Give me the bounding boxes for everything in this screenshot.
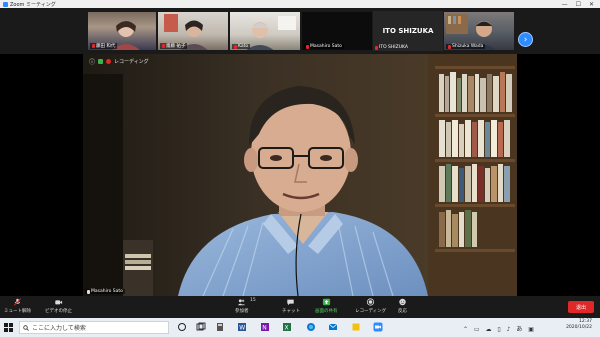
recording-icon (106, 59, 112, 64)
meeting-toolbar: ミュート解除 ビデオの停止 参加者 15 チャット 画面の共有 レコーディング … (0, 296, 600, 318)
participant-name: Kato (232, 44, 251, 49)
stop-video-button[interactable]: ビデオの停止 (45, 298, 72, 314)
participant-name: Shizuka Wada (446, 44, 486, 49)
record-icon (366, 298, 375, 306)
window-titlebar: Zoom ミーティング — ☐ ✕ (0, 0, 600, 8)
gallery-strip: 藤田 和代 齋藤 祐子 Kato Masahiro Sato ITO SHIZU… (0, 8, 600, 54)
zoom-taskbar-icon[interactable] (373, 322, 383, 332)
meeting-info-bar: ⓘ レコーディング (89, 57, 149, 66)
participant-tile[interactable]: 齋藤 祐子 (157, 11, 229, 51)
taskbar-search-input[interactable]: ここに入力して検索 (19, 321, 169, 334)
recording-status: レコーディング (114, 59, 149, 65)
participant-display-name: ITO SHIZUKA (382, 27, 434, 35)
mail-icon[interactable] (328, 322, 338, 332)
active-speaker-video[interactable]: ⓘ レコーディング Masahiro Sato (83, 54, 517, 296)
participants-button[interactable]: 参加者 (235, 298, 249, 314)
participant-name: 藤田 和代 (90, 43, 118, 49)
start-button[interactable] (0, 318, 17, 337)
mic-muted-icon (234, 44, 237, 49)
cortana-icon[interactable] (177, 322, 187, 332)
windows-logo-icon (4, 323, 13, 332)
minimize-button[interactable]: — (562, 1, 568, 8)
mic-muted-icon (448, 44, 451, 49)
participant-tile[interactable]: 藤田 和代 (87, 11, 157, 51)
maximize-button[interactable]: ☐ (576, 1, 581, 8)
participants-icon (238, 299, 246, 306)
search-icon (23, 324, 29, 331)
zoom-app-icon (3, 1, 8, 7)
reactions-button[interactable]: 反応 (398, 298, 407, 314)
participant-count: 15 (250, 298, 256, 303)
mic-muted-icon (13, 298, 22, 306)
participant-name: ITO SHIZUKA (375, 45, 408, 50)
video-camera-icon (55, 300, 63, 305)
speaker-video-frame (83, 54, 517, 296)
smiley-icon (399, 298, 406, 306)
mic-muted-icon (92, 44, 95, 48)
speaker-name: Masahiro Sato (85, 289, 125, 294)
window-title: Zoom ミーティング (10, 1, 56, 8)
mic-icon (87, 289, 90, 294)
share-screen-button[interactable]: 画面の共有 (315, 298, 338, 314)
unmute-button[interactable]: ミュート解除 (4, 298, 31, 314)
encryption-shield-icon[interactable] (98, 59, 104, 64)
chat-button[interactable]: チャット (282, 298, 300, 314)
svg-text:N: N (262, 325, 267, 332)
task-view-icon[interactable] (196, 322, 206, 332)
participant-tile[interactable]: ITO SHIZUKA ITO SHIZUKA (373, 11, 443, 51)
calculator-icon[interactable] (215, 322, 225, 332)
window-controls: — ☐ ✕ (562, 1, 600, 8)
excel-icon[interactable]: X (282, 322, 292, 332)
svg-text:X: X (285, 325, 289, 332)
info-icon[interactable]: ⓘ (89, 57, 95, 66)
close-button[interactable]: ✕ (589, 1, 594, 8)
mic-muted-icon (162, 44, 165, 48)
participant-tile[interactable]: Masahiro Sato (301, 11, 373, 51)
chat-icon (287, 299, 295, 306)
share-screen-icon (322, 298, 330, 306)
word-icon[interactable]: W (237, 322, 247, 332)
mic-muted-icon (306, 44, 309, 49)
clock-date: 2020/10/22 (566, 325, 592, 330)
svg-text:W: W (239, 325, 245, 332)
edge-icon[interactable] (306, 322, 316, 332)
participant-name: Masahiro Sato (304, 44, 344, 49)
participant-tile[interactable]: Shizuka Wada (443, 11, 515, 51)
participant-tile[interactable]: Kato (229, 11, 301, 51)
record-button[interactable]: レコーディング (355, 298, 386, 314)
search-placeholder: ここに入力して検索 (32, 325, 86, 332)
system-clock[interactable]: 12:37 2020/10/22 (566, 319, 592, 331)
participant-name: 齋藤 祐子 (160, 43, 188, 49)
leave-meeting-button[interactable]: 退出 (568, 301, 594, 313)
mic-muted-icon (375, 45, 378, 50)
next-page-button[interactable]: › (518, 32, 533, 47)
sticky-notes-icon[interactable] (351, 322, 361, 332)
onenote-icon[interactable]: N (260, 322, 270, 332)
system-tray-icons[interactable]: ⌃ ▭ ☁ ▯ ♪ あ ▣ (463, 324, 536, 333)
